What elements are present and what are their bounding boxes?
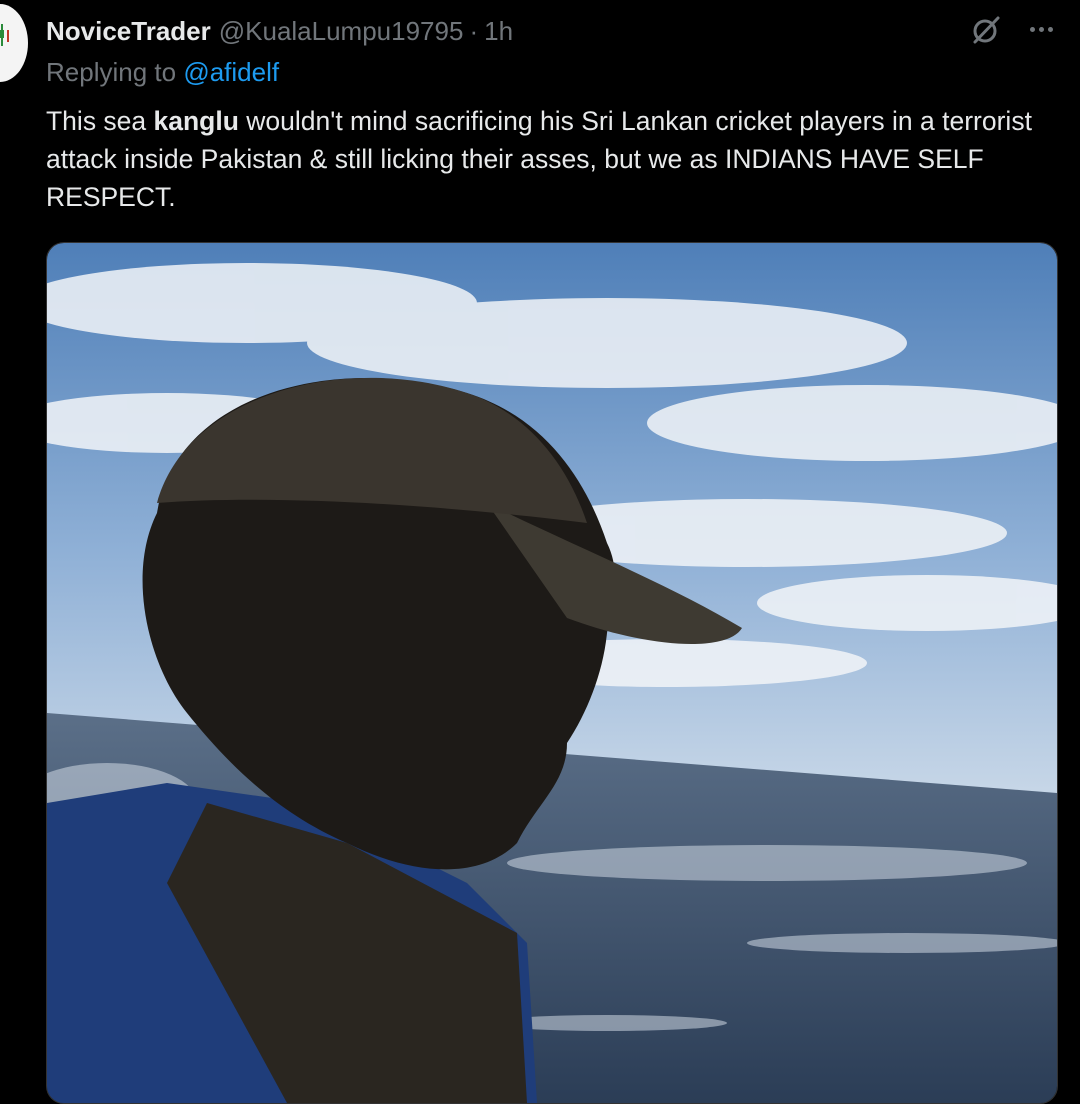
grok-icon [973,16,1000,44]
display-name[interactable]: NoviceTrader [46,16,211,47]
separator-dot: · [469,15,479,46]
tweet-text-start: This sea [46,106,154,136]
tweet-text-bold: kanglu [153,106,239,136]
tweet-header: NoviceTrader @KualaLumpu19795 · 1h [46,14,513,48]
replying-prefix: Replying to [46,57,184,87]
photo-man-at-sea [47,243,1057,1103]
timestamp[interactable]: 1h [484,16,513,47]
user-handle[interactable]: @KualaLumpu19795 [219,16,464,47]
replying-to: Replying to @afidelf [46,57,279,88]
replying-to-link[interactable]: @afidelf [183,57,279,87]
avatar-chart-icon [0,24,9,46]
more-icon [1029,26,1035,32]
grok-button[interactable] [968,12,1004,48]
more-button[interactable] [1024,14,1058,44]
tweet-photo[interactable] [46,242,1058,1104]
avatar[interactable] [0,4,28,82]
tweet-text: This sea kanglu wouldn't mind sacrificin… [46,102,1056,216]
